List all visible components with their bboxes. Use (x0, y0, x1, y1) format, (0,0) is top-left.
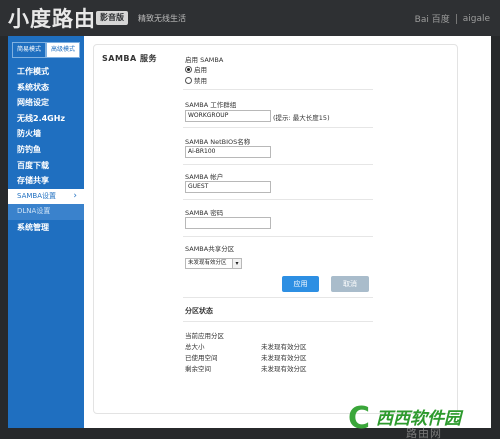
section-title: SAMBA 服务 (102, 54, 157, 63)
workgroup-input[interactable]: WORKGROUP (185, 110, 271, 122)
share-partition-select[interactable]: 未发现有效分区 ▾ (185, 258, 242, 269)
radio-disable-label: 禁用 (194, 77, 207, 85)
slogan-text: 精致无线生活 (138, 14, 186, 23)
used-space-value: 未发现有效分区 (261, 354, 307, 362)
password-label: SAMBA 密码 (185, 209, 224, 217)
router-logo: 小度路由 (8, 7, 96, 31)
share-partition-label: SAMBA共享分区 (185, 245, 235, 253)
account-label: SAMBA 帐户 (185, 173, 224, 181)
divider (183, 89, 373, 90)
select-value: 未发现有效分区 (188, 260, 227, 266)
divider (183, 127, 373, 128)
brand-divider (455, 13, 457, 24)
total-size-label: 总大小 (185, 343, 205, 351)
netbios-input[interactable]: Ai-BR100 (185, 146, 271, 158)
cancel-button[interactable]: 取消 (331, 276, 369, 292)
sidebar: 简易模式 高级模式 工作模式 系统状态 网络设定 无线2.4GHz 防火墙 防钓… (8, 36, 84, 428)
radio-unchecked-icon (185, 76, 192, 84)
divider (183, 199, 373, 200)
sidebar-item-system-status[interactable]: 系统状态 (8, 80, 84, 96)
sidebar-item-label: SAMBA设置 (17, 191, 56, 200)
radio-checked-icon (185, 65, 192, 73)
apply-button[interactable]: 应用 (282, 276, 319, 292)
sidebar-item-anti-phishing[interactable]: 防钓鱼 (8, 142, 84, 158)
sidebar-item-storage-share[interactable]: 存储共享 (8, 173, 84, 189)
sidebar-item-firewall[interactable]: 防火墙 (8, 126, 84, 142)
radio-enable-label: 启用 (194, 66, 207, 74)
account-input[interactable]: GUEST (185, 181, 271, 193)
enable-label: 启用 SAMBA (185, 56, 224, 64)
sidebar-item-work-mode[interactable]: 工作模式 (8, 64, 84, 80)
simple-mode-button[interactable]: 简易模式 (12, 42, 46, 58)
sidebar-menu: 工作模式 系统状态 网络设定 无线2.4GHz 防火墙 防钓鱼 百度下载 存储共… (8, 64, 84, 236)
aigale-brand: aigale (462, 13, 490, 24)
password-input[interactable] (185, 217, 271, 229)
divider (183, 164, 373, 165)
sidebar-item-samba[interactable]: SAMBA设置 › (8, 188, 84, 205)
workgroup-hint: (提示: 最大长度15) (273, 114, 330, 122)
divider (183, 321, 373, 322)
divider (183, 297, 373, 298)
watermark-logo: C 西西软件园 路由网 (348, 401, 496, 439)
partition-status-title: 分区状态 (185, 307, 213, 315)
free-space-value: 未发现有效分区 (261, 365, 307, 373)
baidu-brand: Bai 百度 (414, 15, 450, 25)
watermark-url: 路由网 (406, 427, 442, 439)
radio-disable[interactable]: 禁用 (185, 75, 207, 85)
sidebar-item-wireless[interactable]: 无线2.4GHz (8, 111, 84, 127)
sidebar-item-baidu-download[interactable]: 百度下载 (8, 158, 84, 174)
advanced-mode-button[interactable]: 高级模式 (46, 42, 80, 58)
chevron-right-icon: › (73, 190, 77, 201)
workgroup-label: SAMBA 工作群组 (185, 101, 237, 109)
current-partition-label: 当前应用分区 (185, 332, 224, 340)
watermark-c-icon: C (348, 401, 371, 436)
divider (183, 236, 373, 237)
mode-switch: 简易模式 高级模式 (12, 42, 80, 58)
free-space-label: 剩余空间 (185, 365, 211, 373)
brand-area: Bai 百度 aigale (415, 12, 490, 25)
chevron-down-icon: ▾ (232, 259, 241, 268)
sidebar-item-system-admin[interactable]: 系统管理 (8, 220, 84, 236)
sidebar-item-dlna[interactable]: DLNA设置 (8, 204, 84, 220)
sidebar-item-network[interactable]: 网络设定 (8, 95, 84, 111)
top-header: 小度路由 影音版 精致无线生活 Bai 百度 aigale (0, 0, 500, 36)
used-space-label: 已使用空间 (185, 354, 218, 362)
radio-enable[interactable]: 启用 (185, 64, 207, 74)
netbios-label: SAMBA NetBIOS名称 (185, 138, 251, 146)
edition-badge: 影音版 (96, 11, 128, 25)
total-size-value: 未发现有效分区 (261, 343, 307, 351)
